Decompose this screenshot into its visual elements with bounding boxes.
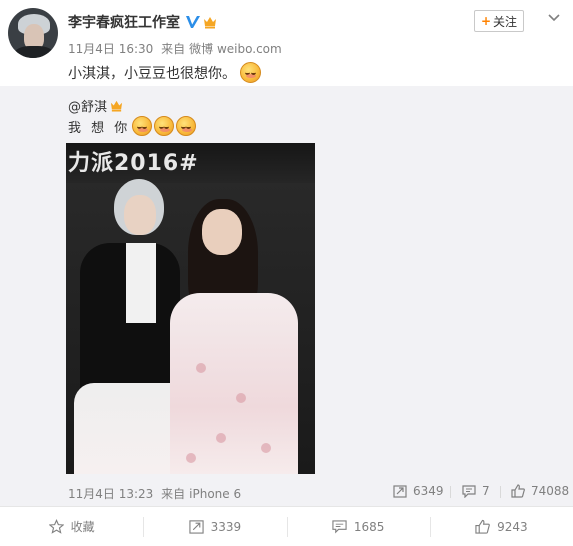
- original-source-prefix: 来自: [161, 487, 186, 501]
- author-name[interactable]: 李宇春疯狂工作室: [68, 12, 180, 32]
- original-time[interactable]: 11月4日 13:23: [68, 487, 153, 501]
- like-count: 9243: [497, 519, 528, 534]
- repost-icon: [188, 520, 204, 534]
- person-left-face: [124, 195, 156, 235]
- comment-button[interactable]: 1685: [286, 507, 430, 546]
- comment-count: 1685: [353, 519, 385, 534]
- person-right-dress: [170, 293, 298, 474]
- author-row: 李宇春疯狂工作室: [68, 12, 217, 32]
- follow-label: 关注: [493, 14, 518, 29]
- original-repost-button[interactable]: 6349: [393, 484, 444, 498]
- blush-emoji-icon: [154, 116, 175, 136]
- action-bar: 收藏 3339 1685 9243: [0, 506, 573, 546]
- thumbs-up-icon: [511, 484, 525, 498]
- repost-icon: [393, 485, 407, 498]
- comment-icon: [332, 520, 347, 534]
- crown-icon: [110, 100, 123, 112]
- favorite-button[interactable]: 收藏: [0, 507, 143, 546]
- avatar-body: [14, 46, 54, 58]
- star-icon: [48, 519, 64, 534]
- original-text: 我 想 你: [68, 116, 197, 136]
- person-left-shirt: [126, 243, 156, 323]
- thumbs-up-icon: [475, 519, 490, 534]
- original-like-button[interactable]: 74088: [511, 484, 569, 498]
- original-comment-count: 7: [482, 484, 490, 498]
- comment-icon: [462, 485, 476, 498]
- original-author-row: @舒淇: [68, 96, 123, 115]
- original-text-content: 我 想 你: [68, 120, 131, 136]
- blush-emoji-icon: [240, 62, 261, 83]
- post-source-prefix: 来自: [161, 42, 186, 56]
- divider: [500, 486, 501, 498]
- chevron-down-icon[interactable]: [548, 14, 560, 22]
- photo-banner-text: 力派2016#: [68, 151, 199, 176]
- original-repost-count: 6349: [413, 484, 444, 498]
- post-time[interactable]: 11月4日 16:30: [68, 42, 153, 56]
- post-text: 小淇淇，小豆豆也很想你。: [68, 62, 261, 83]
- post-photo[interactable]: 力派2016#: [66, 143, 315, 474]
- dress-flower: [216, 433, 226, 443]
- original-source[interactable]: iPhone 6: [189, 487, 241, 501]
- blush-emoji-icon: [176, 116, 197, 136]
- post-source[interactable]: 微博 weibo.com: [189, 42, 282, 56]
- original-author[interactable]: @舒淇: [68, 96, 107, 115]
- author-avatar[interactable]: [8, 8, 58, 58]
- post-text-content: 小淇淇，小豆豆也很想你。: [68, 65, 236, 82]
- dress-flower: [261, 443, 271, 453]
- dress-flower: [236, 393, 246, 403]
- crown-icon: [204, 17, 216, 29]
- plus-icon: +: [480, 14, 492, 28]
- follow-button[interactable]: + 关注: [474, 10, 524, 32]
- person-right-face: [202, 209, 242, 255]
- repost-box: @舒淇 我 想 你 力派2016# 11月4日 13:23 来自 iPhone 6: [0, 86, 573, 506]
- original-meta: 11月4日 13:23 来自 iPhone 6: [68, 485, 245, 502]
- blush-emoji-icon: [132, 116, 153, 136]
- divider: [450, 486, 451, 498]
- repost-button[interactable]: 3339: [143, 507, 286, 546]
- favorite-label: 收藏: [70, 520, 95, 534]
- like-button[interactable]: 9243: [429, 507, 573, 546]
- original-comment-button[interactable]: 7: [462, 484, 490, 498]
- original-like-count: 74088: [531, 484, 570, 498]
- verified-icon: [186, 16, 200, 28]
- repost-count: 3339: [210, 519, 242, 534]
- dress-flower: [186, 453, 196, 463]
- dress-flower: [196, 363, 206, 373]
- post-meta: 11月4日 16:30 来自 微博 weibo.com: [68, 40, 286, 57]
